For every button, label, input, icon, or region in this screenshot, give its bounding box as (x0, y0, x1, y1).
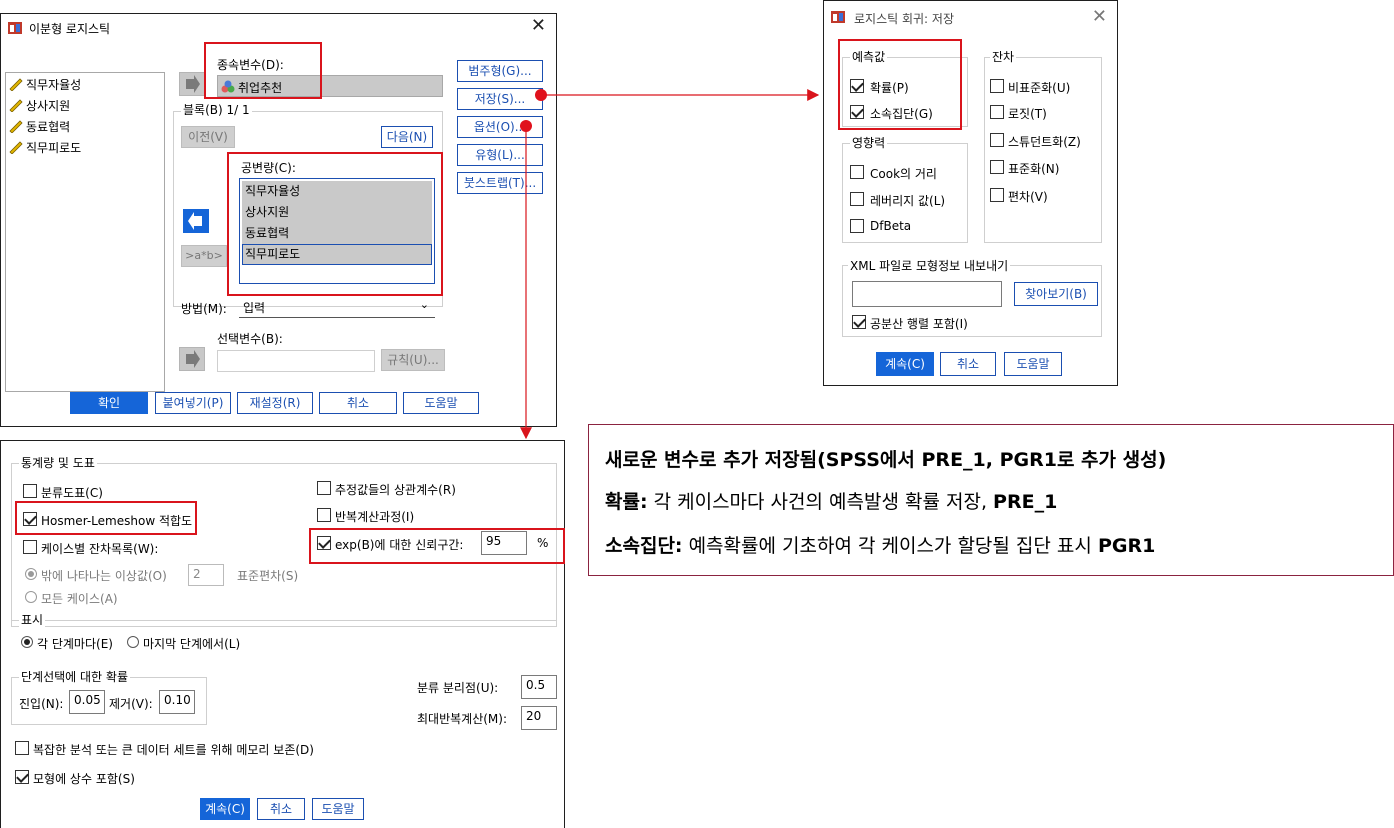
note-line-3: 소속집단: 예측확률에 기초하여 각 케이스가 할당될 집단 표시 PGR1 (605, 535, 1156, 557)
explanation-note: 새로운 변수로 추가 저장됨(SPSS에서 PRE_1, PGR1로 추가 생성… (588, 424, 1394, 576)
connector-arrows (520, 89, 820, 440)
note-line-1: 새로운 변수로 추가 저장됨(SPSS에서 PRE_1, PGR1로 추가 생성… (605, 449, 1167, 471)
note-line-2: 확률: 각 케이스마다 사건의 예측발생 확률 저장, PRE_1 (605, 491, 1058, 513)
